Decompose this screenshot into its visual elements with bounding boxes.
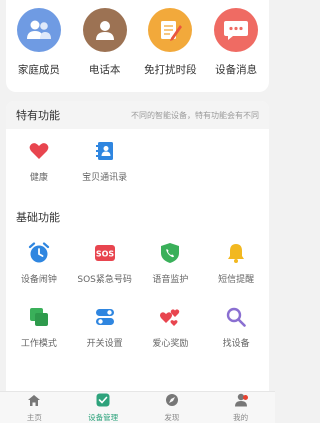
- sos-number-button[interactable]: SOS SOS紧急号码: [72, 231, 138, 295]
- find-device-button[interactable]: 找设备: [203, 295, 269, 359]
- special-functions-header: 特有功能 不同的智能设备，特有功能会有不同: [6, 101, 269, 129]
- basic-functions-title: 基础功能: [16, 211, 60, 224]
- voice-monitor-icon: [159, 242, 181, 264]
- love-reward-label: 爱心奖励: [152, 338, 189, 349]
- bottom-tab-bar: 主页 设备管理 发现 我的: [0, 391, 275, 423]
- sos-number-label: SOS紧急号码: [77, 274, 132, 285]
- sms-reminder-button[interactable]: 短信提醒: [203, 231, 269, 295]
- home-icon: [27, 392, 41, 411]
- work-mode-icon: [28, 306, 50, 328]
- svg-text:SOS: SOS: [95, 249, 114, 258]
- tab-discover[interactable]: 发现: [138, 392, 207, 423]
- basic-functions-grid: 设备闹钟 SOS SOS紧急号码 语音监护 短信提醒 工作模式 开关设置 爱心奖…: [6, 231, 269, 359]
- discover-icon: [165, 392, 179, 411]
- contacts-book-icon: [94, 140, 116, 162]
- tab-device-manage[interactable]: 设备管理: [69, 392, 138, 423]
- love-reward-icon: [159, 306, 181, 328]
- work-mode-label: 工作模式: [20, 338, 57, 349]
- tab-profile-label: 我的: [233, 413, 249, 422]
- baby-contacts-label: 宝贝通讯录: [82, 172, 128, 183]
- tab-profile[interactable]: 我的: [206, 392, 275, 423]
- tab-device-manage-label: 设备管理: [88, 413, 119, 422]
- phonebook-label: 电话本: [88, 64, 121, 76]
- find-device-label: 找设备: [222, 338, 250, 349]
- device-message-label: 设备消息: [215, 64, 258, 76]
- family-members-label: 家庭成员: [17, 64, 60, 76]
- switch-settings-button[interactable]: 开关设置: [72, 295, 138, 359]
- top-shortcut-card: 家庭成员 电话本 免打扰时段 设备消息: [6, 0, 269, 92]
- do-not-disturb-button[interactable]: 免打扰时段: [140, 8, 200, 77]
- voice-monitor-button[interactable]: 语音监护: [138, 231, 204, 295]
- tab-discover-label: 发现: [164, 413, 180, 422]
- phonebook-icon: [82, 8, 127, 52]
- heart-icon: [28, 140, 50, 162]
- do-not-disturb-label: 免打扰时段: [144, 64, 197, 76]
- tab-home[interactable]: 主页: [0, 392, 69, 423]
- device-message-icon: [214, 8, 259, 52]
- special-functions-title: 特有功能: [16, 109, 60, 122]
- alarm-clock-icon: [28, 241, 50, 264]
- toggle-switch-icon: [94, 306, 116, 328]
- switch-settings-label: 开关设置: [86, 338, 123, 349]
- sms-reminder-label: 短信提醒: [218, 274, 255, 285]
- device-manage-icon: [96, 392, 110, 411]
- functions-panel: 特有功能 不同的智能设备，特有功能会有不同 健康 宝贝通讯录 基础功能 设备闹钟…: [6, 101, 269, 391]
- sos-icon: SOS: [94, 242, 116, 264]
- search-icon: [225, 306, 247, 328]
- love-reward-button[interactable]: 爱心奖励: [138, 295, 204, 359]
- device-alarm-button[interactable]: 设备闹钟: [6, 231, 72, 295]
- bell-icon: [225, 242, 247, 264]
- health-label: 健康: [29, 172, 48, 183]
- family-members-button[interactable]: 家庭成员: [9, 8, 69, 77]
- health-button[interactable]: 健康: [6, 129, 72, 193]
- basic-functions-header: 基础功能: [6, 203, 269, 231]
- device-alarm-label: 设备闹钟: [20, 274, 57, 285]
- do-not-disturb-icon: [148, 8, 193, 52]
- baby-contacts-button[interactable]: 宝贝通讯录: [72, 129, 138, 193]
- voice-monitor-label: 语音监护: [152, 274, 189, 285]
- work-mode-button[interactable]: 工作模式: [6, 295, 72, 359]
- family-members-icon: [16, 8, 61, 52]
- device-message-button[interactable]: 设备消息: [206, 8, 266, 77]
- phonebook-button[interactable]: 电话本: [75, 8, 135, 77]
- tab-home-label: 主页: [26, 413, 42, 422]
- special-functions-desc: 不同的智能设备，特有功能会有不同: [131, 110, 259, 120]
- special-functions-grid: 健康 宝贝通讯录: [6, 129, 269, 203]
